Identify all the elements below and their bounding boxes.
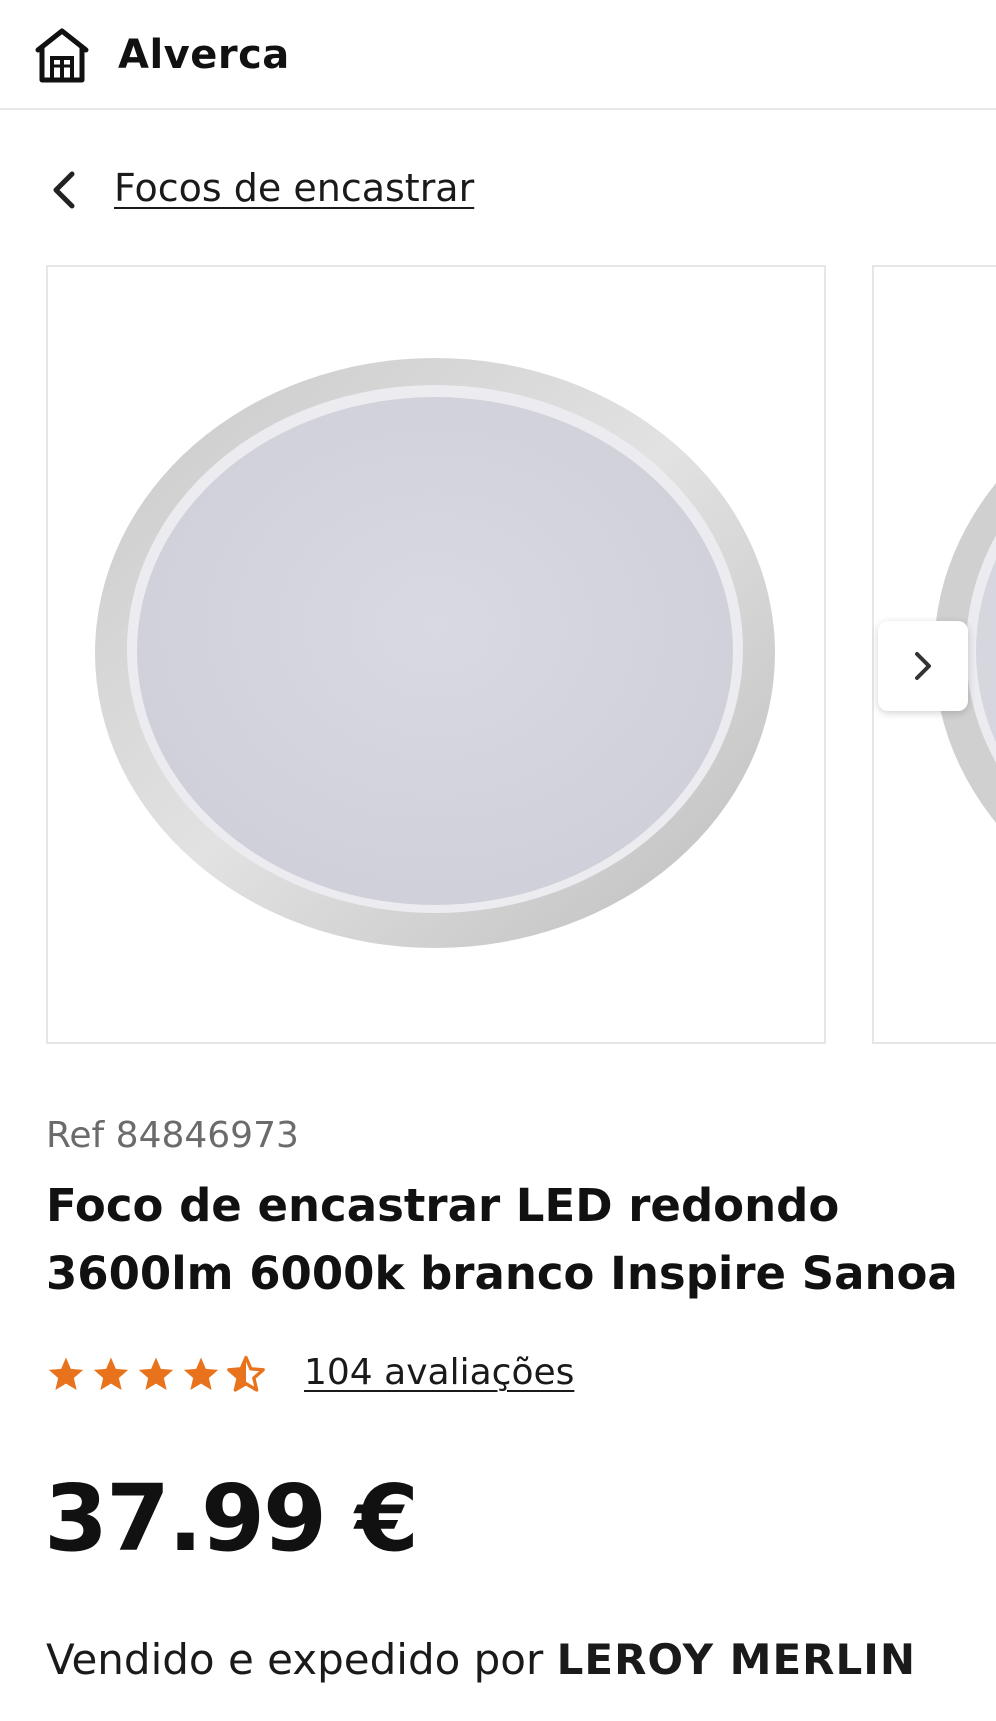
product-ref: Ref 84846973: [46, 1115, 299, 1156]
star-full-icon: [93, 1357, 129, 1390]
star-full-icon: [183, 1357, 219, 1390]
top-bar: Alverca: [0, 0, 996, 110]
seller-prefix: Vendido e expedido por: [46, 1635, 544, 1684]
seller-info: Vendido e expedido por LEROY MERLIN: [46, 1635, 916, 1684]
chevron-right-icon: [915, 652, 931, 680]
reviews-link[interactable]: 104 avaliações: [304, 1352, 574, 1393]
product-rating[interactable]: 104 avaliações: [46, 1350, 574, 1400]
product-image[interactable]: [46, 265, 826, 1044]
star-full-icon: [138, 1357, 174, 1390]
gallery-next-button[interactable]: [878, 621, 968, 711]
chevron-left-icon[interactable]: [46, 168, 86, 212]
breadcrumb-link[interactable]: Focos de encastrar: [114, 166, 474, 210]
star-full-icon: [48, 1357, 84, 1390]
seller-name: LEROY MERLIN: [556, 1635, 917, 1684]
star-half-icon: [227, 1355, 265, 1392]
product-title: Foco de encastrar LED redondo 3600lm 600…: [46, 1179, 958, 1300]
breadcrumb[interactable]: Focos de encastrar: [46, 160, 474, 220]
product-price: 37.99 €: [44, 1465, 419, 1572]
store-name[interactable]: Alverca: [118, 32, 290, 78]
store-house-icon[interactable]: [32, 26, 92, 84]
product-image-gallery[interactable]: [46, 265, 996, 1046]
led-panel-image: [95, 358, 775, 948]
